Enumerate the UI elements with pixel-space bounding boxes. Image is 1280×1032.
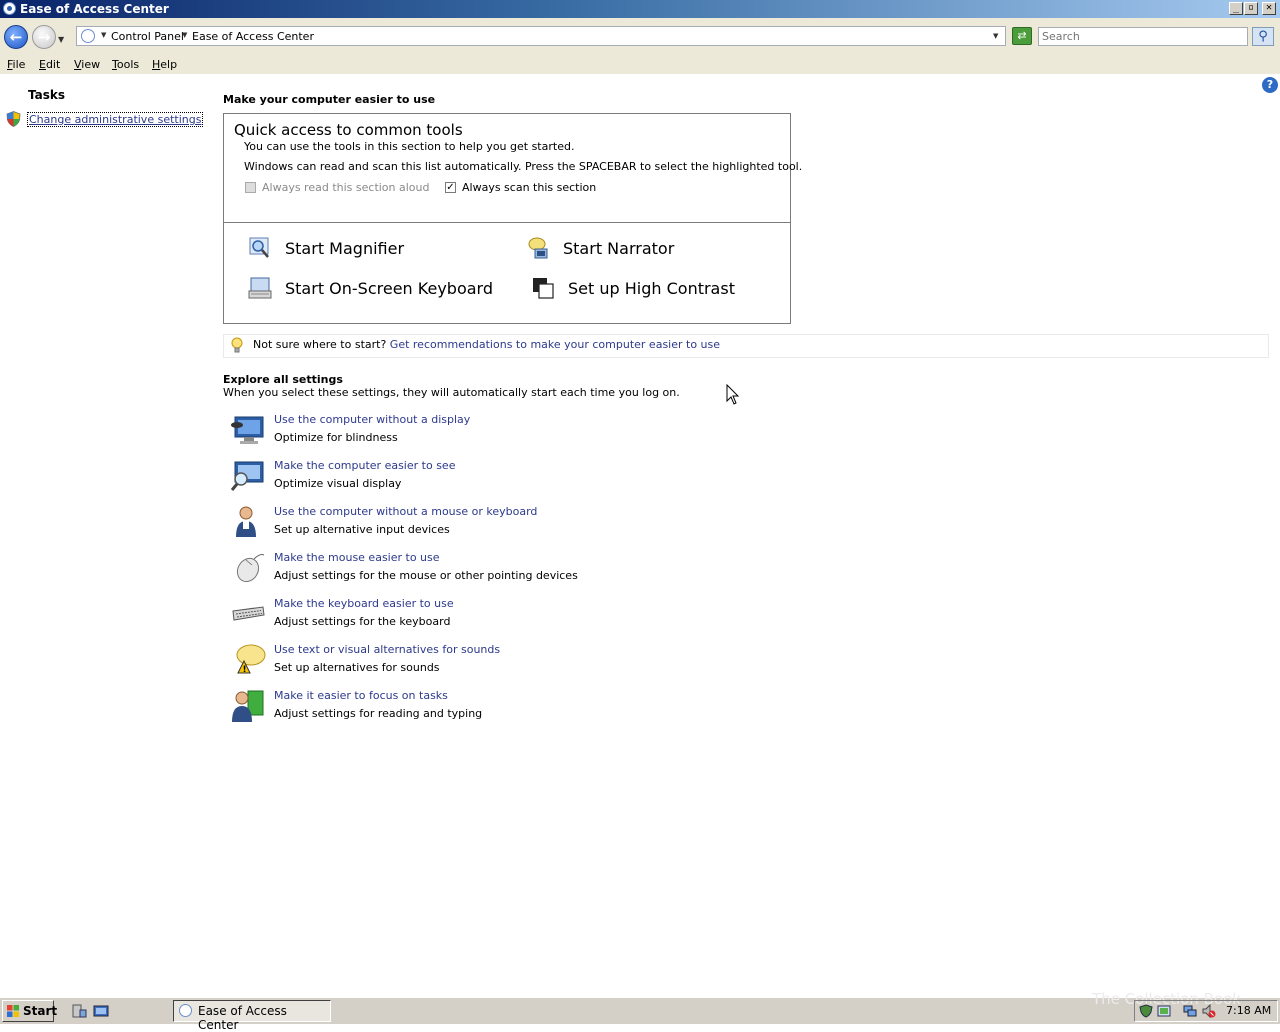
- volume-muted-icon[interactable]: [1202, 1004, 1216, 1018]
- back-arrow-icon: ←: [9, 28, 23, 46]
- search-box[interactable]: [1038, 27, 1248, 46]
- list-item: Use the computer without a display Optim…: [230, 413, 830, 453]
- easier-to-see-link[interactable]: Make the computer easier to see: [274, 459, 455, 472]
- page-heading: Make your computer easier to use: [223, 93, 436, 106]
- sound-alternatives-link[interactable]: Use text or visual alternatives for soun…: [274, 643, 500, 656]
- refresh-button[interactable]: ⇄: [1012, 27, 1032, 45]
- security-shield-icon[interactable]: [1139, 1004, 1153, 1018]
- mouse-icon: [236, 554, 265, 583]
- set-up-high-contrast-button[interactable]: Set up High Contrast: [568, 279, 735, 298]
- menu-bar: File Edit View Tools Help: [0, 56, 1280, 74]
- change-admin-settings-link[interactable]: Change administrative settings: [27, 112, 204, 127]
- monitor-magnify-icon: [230, 461, 264, 491]
- breadcrumb-separator-icon[interactable]: ▼: [182, 31, 187, 39]
- title-bar: Ease of Access Center _ ▫ ✕: [0, 0, 1280, 18]
- keyboard-easier-sub: Adjust settings for the keyboard: [274, 615, 451, 628]
- forward-arrow-icon: →: [37, 28, 51, 46]
- menu-file[interactable]: File: [7, 58, 25, 71]
- focus-on-tasks-link[interactable]: Make it easier to focus on tasks: [274, 689, 448, 702]
- help-icon[interactable]: ?: [1262, 77, 1278, 93]
- menu-help[interactable]: Help: [152, 58, 177, 71]
- breadcrumb-ease-of-access[interactable]: Ease of Access Center: [192, 30, 314, 43]
- explore-description: When you select these settings, they wil…: [223, 386, 680, 399]
- monitor-blind-icon: [231, 416, 264, 444]
- start-magnifier-button[interactable]: Start Magnifier: [285, 239, 404, 258]
- start-label: Start: [23, 1004, 58, 1018]
- quick-access-instructions: Windows can read and scan this list auto…: [244, 160, 803, 173]
- recommendation-prefix: Not sure where to start?: [253, 338, 390, 351]
- ease-of-access-app-icon: [3, 2, 16, 15]
- uac-shield-icon: [6, 111, 21, 127]
- recommendation-text: Not sure where to start? Get recommendat…: [253, 338, 720, 351]
- search-icon: ⚲: [1258, 29, 1268, 44]
- start-narrator-button[interactable]: Start Narrator: [563, 239, 674, 258]
- taskbar-window-ease-of-access[interactable]: Ease of Access Center: [173, 1000, 331, 1032]
- network-icon[interactable]: [1183, 1004, 1197, 1018]
- search-button[interactable]: ⚲: [1252, 27, 1274, 46]
- address-history-dropdown-icon[interactable]: ▼: [993, 32, 998, 40]
- explore-heading: Explore all settings: [223, 373, 343, 386]
- ease-of-access-app-icon: [179, 1004, 192, 1017]
- back-button[interactable]: ←: [4, 25, 28, 49]
- minimize-button[interactable]: _: [1229, 2, 1243, 15]
- windows-flag-icon: [7, 1005, 19, 1017]
- without-mouse-keyboard-link[interactable]: Use the computer without a mouse or keyb…: [274, 505, 537, 518]
- menu-view[interactable]: View: [74, 58, 100, 71]
- menu-tools[interactable]: Tools: [112, 58, 139, 71]
- user-focus-icon: [232, 690, 264, 722]
- show-desktop-icon[interactable]: [93, 1003, 109, 1019]
- easier-to-see-sub: Optimize visual display: [274, 477, 402, 490]
- scan-section-checkbox[interactable]: ✓: [445, 182, 456, 193]
- update-icon[interactable]: [1157, 1004, 1171, 1018]
- start-on-screen-keyboard-button[interactable]: Start On-Screen Keyboard: [285, 279, 493, 298]
- list-item: Make the mouse easier to use Adjust sett…: [230, 551, 830, 591]
- without-mouse-keyboard-sub: Set up alternative input devices: [274, 523, 450, 536]
- breadcrumb-control-panel[interactable]: Control Panel: [111, 30, 184, 43]
- contrast-icon[interactable]: [531, 276, 555, 300]
- lightbulb-icon: [231, 337, 243, 353]
- mouse-easier-link[interactable]: Make the mouse easier to use: [274, 551, 440, 564]
- list-item: Make the computer easier to see Optimize…: [230, 459, 830, 499]
- forward-button[interactable]: →: [32, 25, 56, 49]
- address-bar[interactable]: ▼ Control Panel ▼ Ease of Access Center …: [76, 26, 1006, 46]
- magnifier-icon[interactable]: [248, 236, 272, 260]
- recent-pages-dropdown[interactable]: ▼: [58, 35, 64, 44]
- svg-text:!: !: [243, 665, 247, 675]
- quick-access-divider: [224, 222, 790, 223]
- use-without-display-sub: Optimize for blindness: [274, 431, 398, 444]
- list-item: ! Use text or visual alternatives for so…: [230, 643, 830, 683]
- window-title: Ease of Access Center: [20, 2, 169, 16]
- read-aloud-label[interactable]: Always read this section aloud: [262, 181, 430, 194]
- start-button[interactable]: Start: [2, 1000, 58, 1022]
- restore-button[interactable]: ▫: [1244, 2, 1258, 15]
- quick-access-description: You can use the tools in this section to…: [244, 140, 575, 153]
- read-aloud-checkbox[interactable]: [245, 182, 256, 193]
- keyboard-icon[interactable]: [248, 276, 272, 300]
- focus-on-tasks-sub: Adjust settings for reading and typing: [274, 707, 483, 720]
- tasks-heading: Tasks: [28, 88, 66, 102]
- taskbar-window-label: Ease of Access Center: [198, 1004, 287, 1032]
- user-input-icon: [236, 506, 256, 537]
- breadcrumb-separator-icon[interactable]: ▼: [101, 31, 106, 39]
- close-button[interactable]: ✕: [1262, 2, 1276, 15]
- list-item: Use the computer without a mouse or keyb…: [230, 505, 830, 545]
- menu-edit[interactable]: Edit: [39, 58, 60, 71]
- keyboard-easier-link[interactable]: Make the keyboard easier to use: [274, 597, 454, 610]
- scan-section-label[interactable]: Always scan this section: [462, 181, 596, 194]
- use-without-display-link[interactable]: Use the computer without a display: [274, 413, 470, 426]
- list-item: Make it easier to focus on tasks Adjust …: [230, 689, 830, 729]
- clock[interactable]: 7:18 AM: [1226, 1004, 1271, 1017]
- speech-bubble-warning-icon: !: [236, 644, 266, 675]
- keyboard-icon: [232, 606, 265, 621]
- get-recommendations-link[interactable]: Get recommendations to make your compute…: [390, 338, 720, 351]
- search-input[interactable]: [1039, 28, 1245, 45]
- mouse-cursor-icon: [726, 384, 740, 405]
- quick-access-title: Quick access to common tools: [234, 121, 463, 139]
- narrator-icon[interactable]: [527, 236, 551, 260]
- mouse-easier-sub: Adjust settings for the mouse or other p…: [274, 569, 578, 582]
- location-icon: [81, 29, 95, 43]
- sound-alternatives-sub: Set up alternatives for sounds: [274, 661, 440, 674]
- server-manager-icon[interactable]: [71, 1003, 87, 1019]
- list-item: Make the keyboard easier to use Adjust s…: [230, 597, 830, 637]
